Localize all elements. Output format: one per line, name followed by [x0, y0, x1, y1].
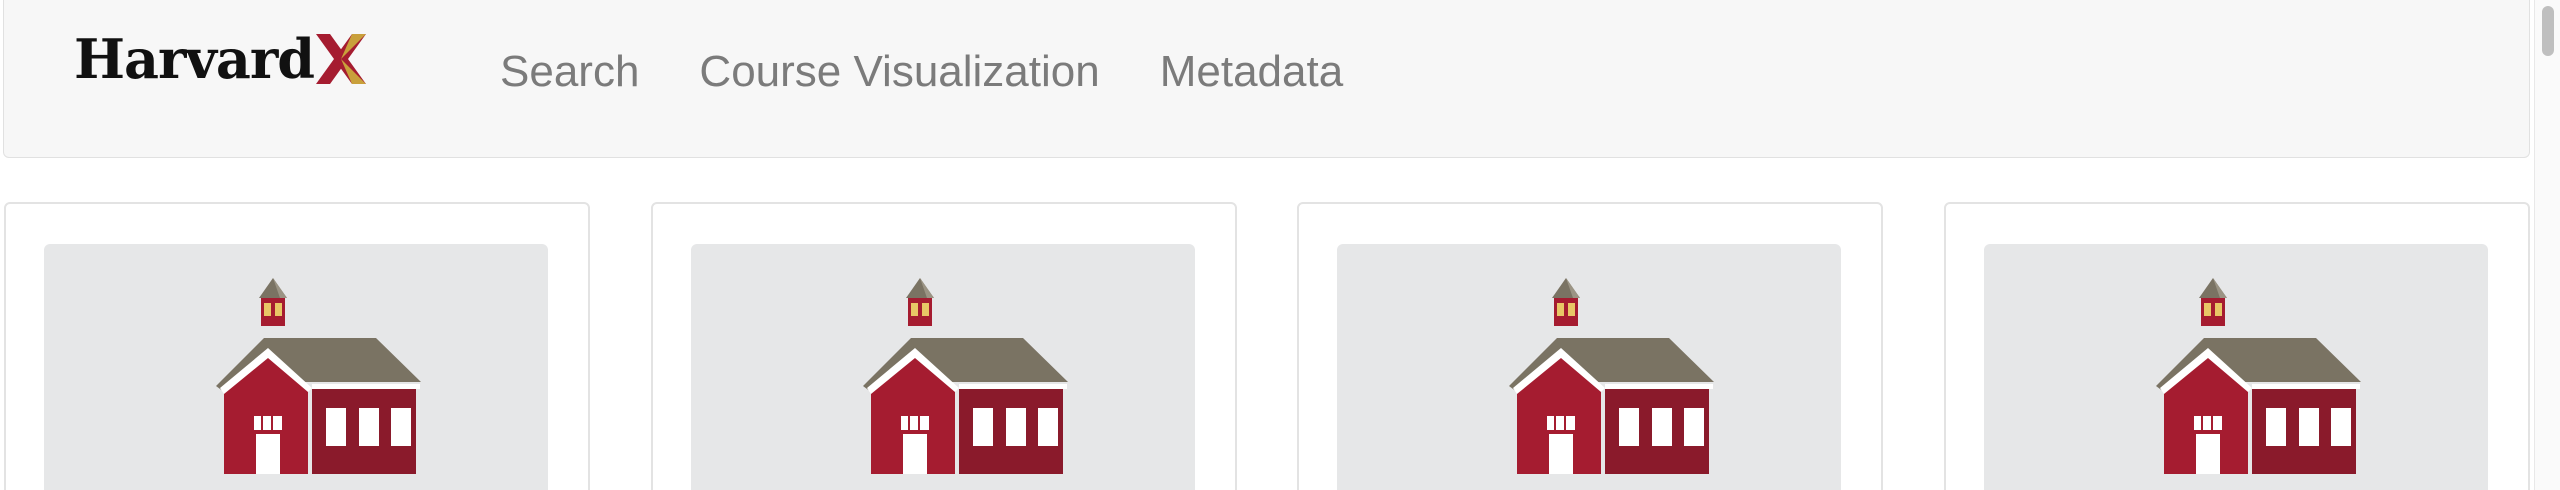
schoolhouse-icon	[2156, 278, 2361, 474]
course-card[interactable]	[1297, 202, 1883, 490]
course-thumbnail[interactable]	[44, 244, 548, 490]
course-card[interactable]	[651, 202, 1237, 490]
course-thumbnail[interactable]	[691, 244, 1195, 490]
vertical-scrollbar[interactable]	[2534, 0, 2560, 490]
nav-links: Search Course Visualization Metadata	[500, 42, 1343, 102]
top-navbar: Harvard Search Course Visualization Meta…	[3, 0, 2530, 158]
schoolhouse-icon	[216, 278, 421, 474]
nav-metadata-link[interactable]: Metadata	[1160, 42, 1343, 102]
course-card[interactable]	[1944, 202, 2530, 490]
nav-course-visualization-link[interactable]: Course Visualization	[699, 42, 1099, 102]
page: Harvard Search Course Visualization Meta…	[0, 0, 2560, 490]
scrollbar-thumb[interactable]	[2542, 6, 2554, 56]
brand-text: Harvard	[74, 27, 315, 91]
course-card-grid	[0, 202, 2534, 490]
course-card[interactable]	[4, 202, 590, 490]
harvardx-logo-link[interactable]: Harvard	[74, 26, 367, 91]
harvardx-x-icon	[316, 34, 367, 84]
course-thumbnail[interactable]	[1984, 244, 2488, 490]
nav-search-link[interactable]: Search	[500, 42, 639, 102]
schoolhouse-icon	[863, 278, 1068, 474]
course-thumbnail[interactable]	[1337, 244, 1841, 490]
schoolhouse-icon	[1509, 278, 1714, 474]
